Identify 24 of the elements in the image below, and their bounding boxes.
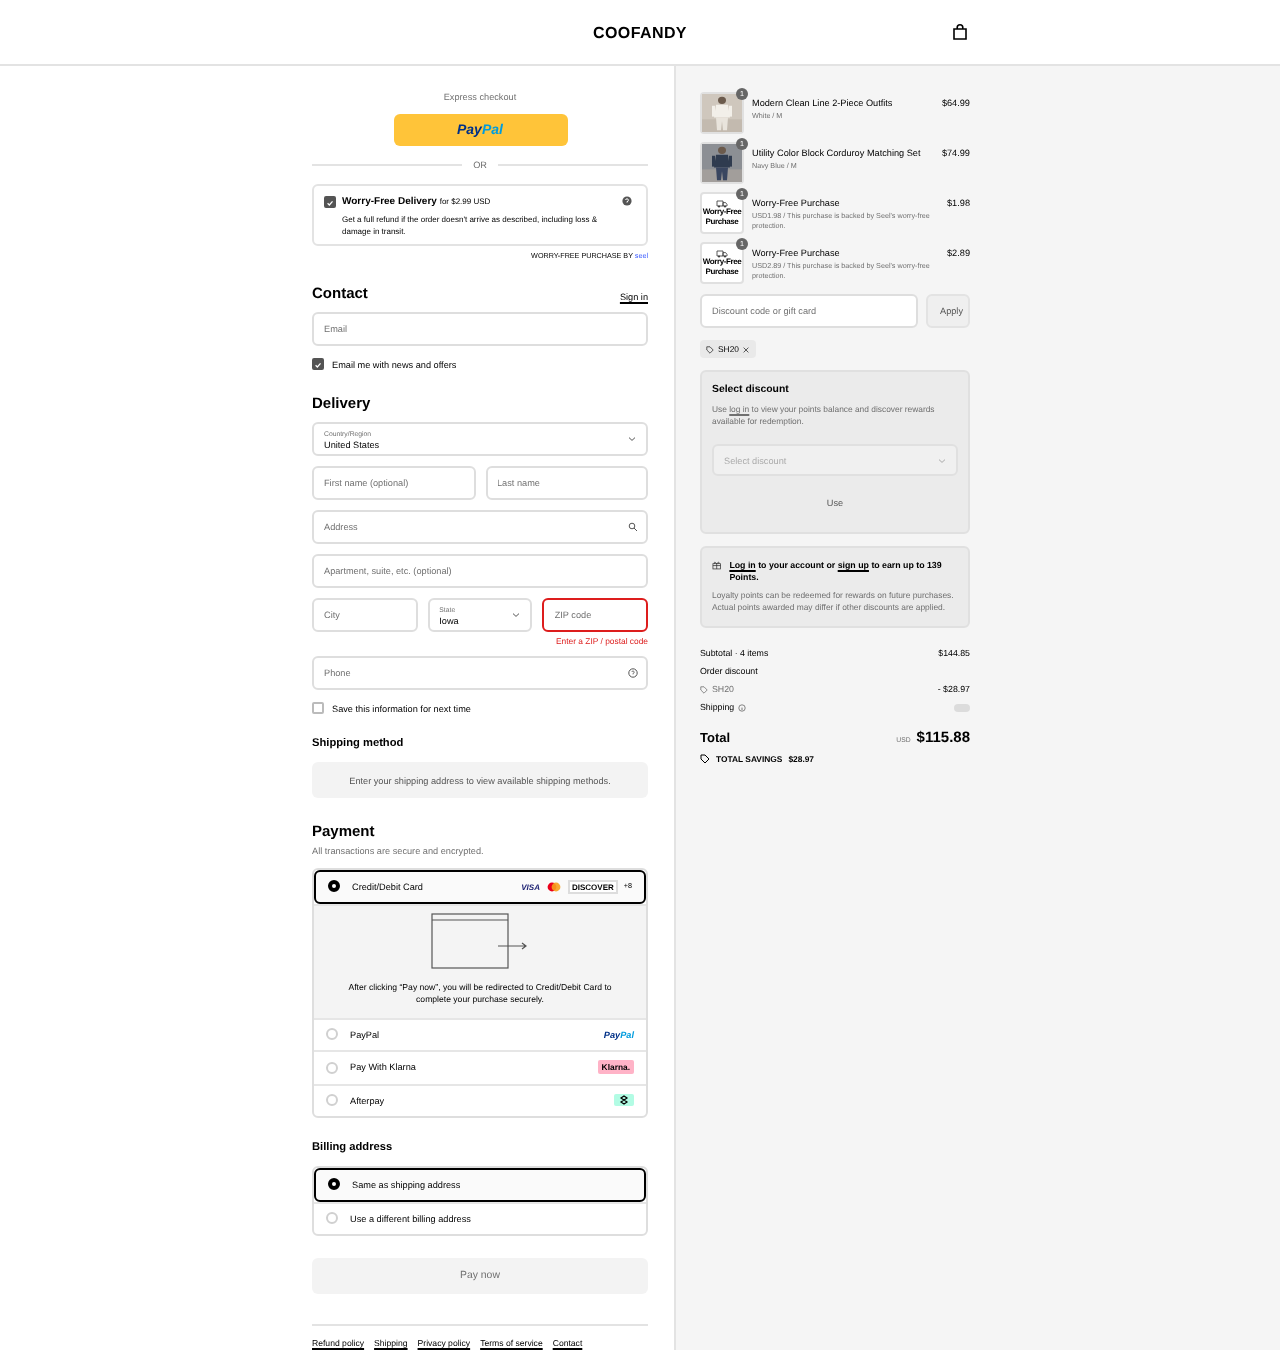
checkbox[interactable] (312, 358, 324, 370)
checkbox[interactable] (312, 702, 324, 714)
tag-icon (706, 345, 714, 353)
radio-button[interactable] (328, 1178, 340, 1191)
afterpay-logo (614, 1094, 634, 1107)
truck-icon (716, 250, 728, 259)
tag-icon (700, 685, 708, 693)
help-icon (628, 668, 638, 678)
help-icon (622, 196, 632, 206)
gift-icon (712, 560, 722, 570)
info-icon (738, 703, 747, 711)
chevron-down-icon (628, 436, 636, 442)
close-icon (742, 345, 751, 353)
chevron-down-icon (512, 612, 521, 618)
mastercard-logo (545, 881, 562, 892)
radio-button[interactable] (328, 880, 340, 893)
chevron-down-icon (938, 457, 946, 463)
search-icon (628, 522, 638, 532)
tag-icon (700, 754, 710, 764)
brand-logo[interactable]: COOFANDY (593, 23, 687, 41)
truck-icon (716, 200, 728, 209)
shopping-bag-icon[interactable] (952, 24, 968, 40)
checkbox[interactable] (324, 196, 336, 208)
browser-redirect-icon (430, 911, 530, 971)
